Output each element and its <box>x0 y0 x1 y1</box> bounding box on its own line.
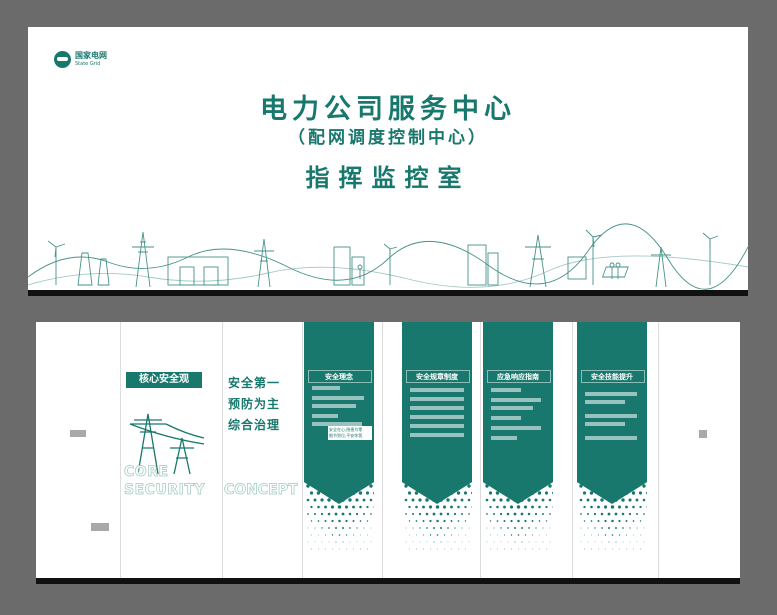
slogan-2: 预防为主 <box>228 397 281 411</box>
panel-title: 应急响应指南 <box>497 373 539 381</box>
panel-title: 安全技能提升 <box>591 373 633 381</box>
banner-base <box>28 290 748 296</box>
wall-base <box>36 578 740 584</box>
wall-seam <box>382 322 383 578</box>
slogan-1: 安全第一 <box>228 376 281 390</box>
banner-board: 国家电网 State Grid 电力公司服务中心 （配网调度控制中心） 指挥监控… <box>28 27 748 290</box>
core-en-line-1: CORE <box>124 464 169 481</box>
dot-pattern <box>578 469 647 550</box>
dot-pattern <box>484 469 553 550</box>
company-logo: 国家电网 State Grid <box>54 51 107 68</box>
wall-seam <box>658 322 659 578</box>
core-safety-label: 核心安全观 <box>126 372 202 388</box>
wall-seam <box>222 322 223 578</box>
panel-title: 安全规章制度 <box>416 373 458 381</box>
logo-cn: 国家电网 <box>75 50 107 60</box>
wall-seam <box>480 322 481 578</box>
wall-seam <box>302 322 303 578</box>
light-switch <box>699 430 707 438</box>
concept-en: CONCEPT <box>224 482 298 499</box>
core-en-line-2: SECURITY <box>124 482 205 499</box>
panel-note-2: 细节到位,平安你我 <box>329 433 363 438</box>
logo-icon <box>54 51 71 68</box>
slogan-3: 综合治理 <box>228 418 281 432</box>
banner-room-name: 指挥监控室 <box>305 164 471 192</box>
banner-subtitle: （配网调度控制中心） <box>288 128 488 148</box>
dot-pattern <box>305 469 374 550</box>
city-skyline-illustration <box>28 223 748 290</box>
wall-seam <box>572 322 573 578</box>
culture-wall: 核心安全观 CORE SECURITY 安全第一 预防为主 综合治理 CONCE… <box>36 322 740 578</box>
wall-seam <box>120 322 121 578</box>
light-switch <box>91 523 109 531</box>
logo-en: State Grid <box>75 60 101 67</box>
banner-title: 电力公司服务中心 <box>260 94 516 125</box>
panel-title: 安全理念 <box>325 373 353 381</box>
dot-pattern <box>403 469 472 550</box>
light-switch <box>70 430 86 437</box>
